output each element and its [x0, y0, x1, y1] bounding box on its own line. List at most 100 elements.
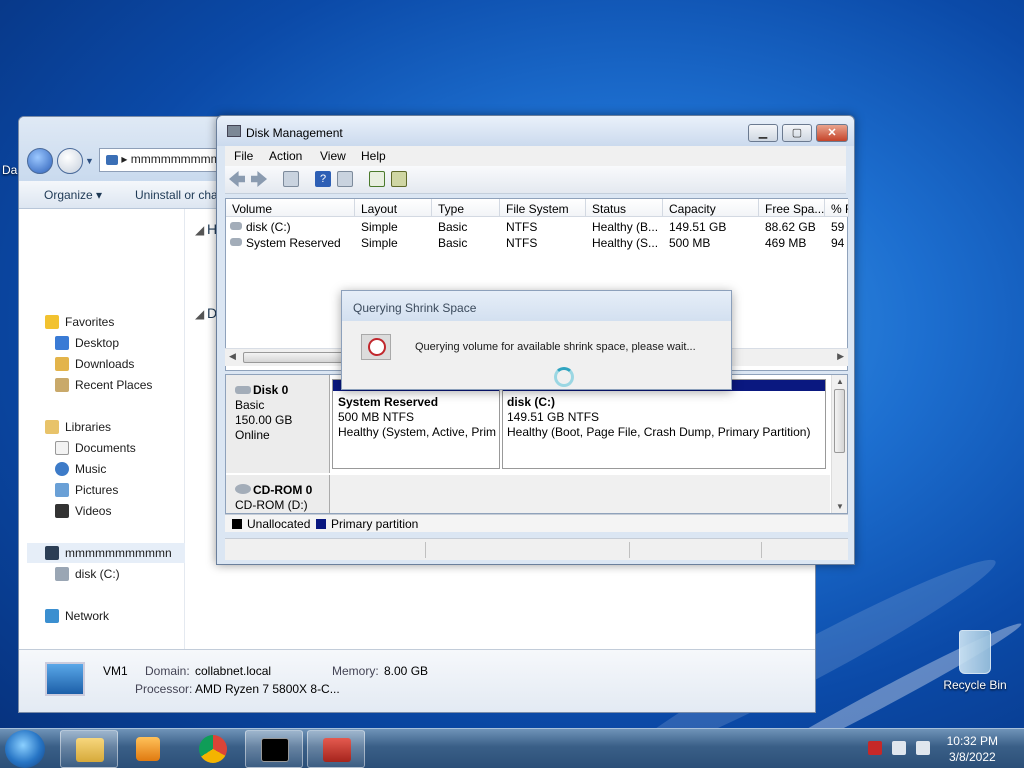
forward-arrow-icon[interactable] [251, 171, 267, 187]
toolbox-icon [323, 738, 351, 762]
nav-label: Desktop [75, 336, 120, 350]
uninstall-button[interactable]: Uninstall or cha [135, 188, 218, 202]
vertical-scrollbar[interactable]: ▲ ▼ [831, 375, 847, 513]
processor-label: Processor: [135, 682, 193, 696]
nav-videos[interactable]: Videos [55, 501, 111, 521]
nav-downloads[interactable]: Downloads [55, 354, 134, 374]
cell-volume: disk (C:) [246, 220, 291, 234]
table-row[interactable]: disk (C:) Simple Basic NTFS Healthy (B..… [226, 219, 847, 235]
star-icon [45, 315, 59, 329]
section-arrow-icon[interactable]: ◢ [195, 223, 204, 237]
nav-network[interactable]: Network [45, 606, 109, 626]
rescan-disks-icon[interactable] [391, 171, 407, 187]
cdrom-icon [235, 484, 251, 494]
menu-action[interactable]: Action [269, 149, 302, 163]
scroll-left-icon[interactable]: ◀ [229, 351, 236, 362]
partition-status: Healthy (System, Active, Prim [338, 425, 496, 439]
minimize-button[interactable]: ▁ [748, 124, 778, 142]
scroll-right-icon[interactable]: ▶ [837, 351, 844, 362]
partition-disk-c[interactable]: disk (C:) 149.51 GB NTFS Healthy (Boot, … [502, 379, 826, 469]
disk-management-icon [227, 125, 241, 137]
nav-label: Videos [75, 504, 112, 518]
network-status-icon[interactable] [892, 741, 906, 755]
column-header-free-space[interactable]: Free Spa... [759, 199, 825, 217]
volume-speaker-icon[interactable] [916, 741, 930, 755]
disk0-label-panel[interactable]: Disk 0 Basic 150.00 GB Online [226, 375, 330, 473]
desktop-icon-label-partial[interactable]: Da [2, 163, 17, 177]
scrollbar-thumb[interactable] [243, 352, 353, 363]
disk-name: Disk 0 [253, 383, 289, 397]
nav-computer[interactable]: mmmmmmmmmmn [27, 543, 185, 563]
forward-arrow-icon[interactable] [57, 148, 83, 174]
partition-system-reserved[interactable]: System Reserved 500 MB NTFS Healthy (Sys… [332, 379, 500, 469]
back-arrow-icon[interactable] [27, 148, 53, 174]
table-row[interactable]: System Reserved Simple Basic NTFS Health… [226, 235, 847, 251]
nav-disk-c[interactable]: disk (C:) [55, 564, 120, 584]
dialog-title: Querying Shrink Space [342, 291, 731, 321]
chrome-icon[interactable] [199, 735, 227, 763]
column-header-file-system[interactable]: File System [500, 199, 586, 217]
status-divider [761, 542, 762, 558]
folder-icon [76, 738, 104, 762]
partition-size: 500 MB NTFS [338, 410, 415, 424]
partition-name: System Reserved [338, 395, 439, 409]
nav-documents[interactable]: Documents [55, 438, 136, 458]
back-arrow-icon[interactable] [229, 171, 245, 187]
scroll-down-icon[interactable]: ▼ [836, 502, 844, 511]
column-header-type[interactable]: Type [432, 199, 500, 217]
column-header-percent-free[interactable]: % F [825, 199, 849, 217]
documents-icon [55, 441, 69, 455]
recycle-bin-shortcut[interactable]: Recycle Bin [943, 630, 1007, 692]
nav-pictures[interactable]: Pictures [55, 480, 118, 500]
toolbar: ? [225, 166, 846, 194]
memory-label: Memory: [332, 664, 379, 678]
cdrom-drive: CD-ROM (D:) [235, 498, 308, 512]
column-header-volume[interactable]: Volume [226, 199, 355, 217]
menu-view[interactable]: View [320, 149, 346, 163]
music-icon [55, 462, 69, 476]
cell-free-space: 88.62 GB [765, 220, 816, 234]
status-bar [225, 538, 848, 560]
nav-label: Favorites [65, 315, 115, 329]
media-player-icon[interactable] [136, 737, 160, 761]
clock-time: 10:32 PM [946, 734, 998, 748]
status-divider [425, 542, 426, 558]
taskbar-command-prompt[interactable] [245, 730, 303, 768]
cdrom0-label-panel[interactable]: CD-ROM 0 CD-ROM (D:) [226, 475, 330, 513]
scroll-up-icon[interactable]: ▲ [836, 377, 844, 386]
column-header-layout[interactable]: Layout [355, 199, 432, 217]
start-button[interactable] [5, 730, 45, 768]
nav-desktop[interactable]: Desktop [55, 333, 119, 353]
drive-icon [230, 238, 242, 246]
scrollbar-thumb[interactable] [834, 389, 845, 453]
menu-help[interactable]: Help [361, 149, 386, 163]
nav-recent-places[interactable]: Recent Places [55, 375, 152, 395]
menu-file[interactable]: File [234, 149, 253, 163]
close-button[interactable]: ✕ [816, 124, 848, 142]
cell-volume: System Reserved [246, 236, 341, 250]
maximize-button[interactable]: ▢ [782, 124, 812, 142]
cell-capacity: 149.51 GB [669, 220, 727, 234]
nav-music[interactable]: Music [55, 459, 106, 479]
console-tree-icon[interactable] [283, 171, 299, 187]
address-text: mmmmmmmmm [130, 152, 221, 166]
nav-label: mmmmmmmmmmn [65, 546, 172, 560]
taskbar-clock[interactable]: 10:32 PM 3/8/2022 [947, 733, 998, 765]
column-header-status[interactable]: Status [586, 199, 663, 217]
taskbar-explorer[interactable] [60, 730, 118, 768]
taskbar-computer-management[interactable] [307, 730, 365, 768]
section-arrow-icon[interactable]: ◢ [195, 307, 204, 321]
computer-name: VM1 [103, 664, 128, 678]
organize-button[interactable]: Organize ▾ [44, 188, 102, 202]
properties-icon[interactable] [337, 171, 353, 187]
history-dropdown-icon[interactable]: ▼ [85, 156, 94, 166]
nav-libraries[interactable]: Libraries [45, 417, 111, 437]
column-header-capacity[interactable]: Capacity [663, 199, 759, 217]
action-center-flag-icon[interactable] [868, 741, 882, 755]
nav-favorites[interactable]: Favorites [45, 312, 114, 332]
address-bar[interactable]: ▸ mmmmmmmmm [99, 148, 229, 172]
refresh-icon[interactable] [369, 171, 385, 187]
network-icon [45, 609, 59, 623]
domain-label: Domain: [145, 664, 190, 678]
help-icon[interactable]: ? [315, 171, 331, 187]
